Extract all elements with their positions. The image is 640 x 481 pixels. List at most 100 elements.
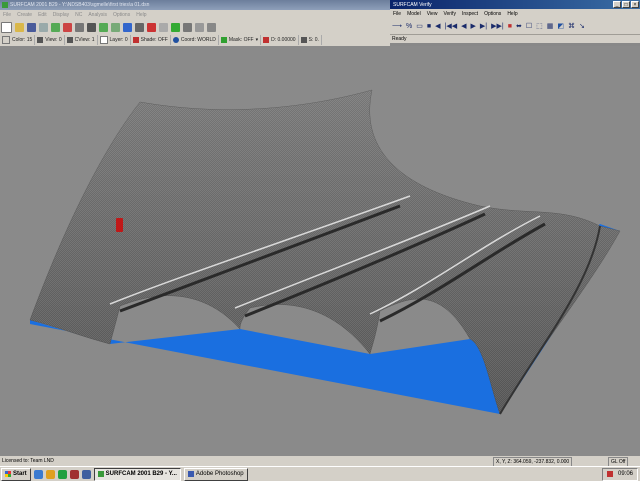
open-folder-icon[interactable] <box>15 22 24 32</box>
menu-file[interactable]: File <box>0 12 14 18</box>
license-text: Licensed to: Team LND <box>2 458 54 464</box>
close-button[interactable]: × <box>631 1 639 8</box>
verify-rewind-icon[interactable]: |◀◀ <box>443 22 460 30</box>
verify-status: Ready <box>390 34 640 43</box>
maximize-button[interactable]: □ <box>622 1 630 8</box>
photoshop-task-icon <box>187 471 194 477</box>
cview-field[interactable]: CView: 1 <box>65 35 98 45</box>
shade-field[interactable]: Shade: OFF <box>131 35 171 45</box>
cview-icon <box>66 37 73 43</box>
menu-analysis[interactable]: Analysis <box>85 12 110 18</box>
verify-window-icon[interactable]: ⬚ <box>534 22 545 30</box>
mask-icon <box>220 37 227 43</box>
verify-stop-icon[interactable]: ■ <box>425 23 433 30</box>
verify-grid-icon[interactable]: ▦ <box>545 22 556 30</box>
surfcam-toolbar <box>0 20 390 34</box>
clock: 09:06 <box>617 471 633 477</box>
verify-menu-view[interactable]: View <box>424 11 441 17</box>
quicklaunch-app-icon[interactable] <box>81 469 91 479</box>
print-icon[interactable] <box>39 22 48 32</box>
mask-dropdown-icon[interactable]: ▾ <box>256 37 259 43</box>
task-photoshop[interactable]: Adobe Photoshop <box>183 467 248 481</box>
shade-icon <box>132 37 139 43</box>
verify-window-title: SURFCAM Verify <box>393 1 432 8</box>
verify-menu-help[interactable]: Help <box>504 11 520 17</box>
rotate-icon[interactable] <box>147 22 156 32</box>
windows-flag-icon <box>5 471 11 477</box>
tray-icon[interactable] <box>606 471 613 477</box>
quicklaunch-media-icon[interactable] <box>69 469 79 479</box>
step-icon <box>300 37 307 43</box>
quicklaunch-ie-icon[interactable] <box>33 469 43 479</box>
menu-help[interactable]: Help <box>133 12 149 18</box>
minimize-button[interactable]: _ <box>613 1 621 8</box>
menu-nc[interactable]: NC <box>72 12 85 18</box>
cutter-tool-marker <box>116 218 123 232</box>
mm-toggle-icon[interactable] <box>111 22 120 32</box>
line-tool-icon[interactable] <box>51 22 60 32</box>
layer-icon <box>99 36 108 44</box>
surface-tool-icon[interactable] <box>99 22 108 32</box>
step-field[interactable]: S: 0. <box>299 35 322 45</box>
menu-options[interactable]: Options <box>110 12 133 18</box>
verify-step-back-icon[interactable]: ◀ <box>459 22 468 30</box>
verify-stock-icon[interactable]: ▭ <box>414 22 425 30</box>
arc-tool-icon[interactable] <box>75 22 84 32</box>
depth-field[interactable]: D: 0.00000 <box>261 35 299 45</box>
new-file-icon[interactable] <box>1 21 12 33</box>
verify-arrow-icon[interactable]: ⟶ <box>390 22 404 30</box>
fit-icon[interactable] <box>159 22 168 32</box>
view-icon <box>37 37 44 43</box>
pan-icon[interactable] <box>135 22 144 32</box>
quicklaunch-desktop-icon[interactable] <box>57 469 67 479</box>
spline-tool-icon[interactable] <box>87 22 96 32</box>
verify-settings-icon[interactable]: ⌘ <box>566 22 577 30</box>
menu-edit[interactable]: Edit <box>35 12 50 18</box>
verify-step-icon[interactable]: ▶| <box>478 22 489 30</box>
delete-x-icon[interactable] <box>183 22 192 32</box>
zoom-icon[interactable] <box>123 22 132 32</box>
surfcam-window-title: SURFCAM 2001 B29 - Y:\NDSB403\sgmelle\fi… <box>10 2 150 8</box>
point-tool-icon[interactable] <box>63 22 72 32</box>
verify-menu-file[interactable]: File <box>390 11 404 17</box>
surfcam-titlebar[interactable]: SURFCAM 2001 B29 - Y:\NDSB403\sgmelle\fi… <box>0 0 390 10</box>
taskbar: Start SURFCAM 2001 B29 - Y... Adobe Phot… <box>0 466 640 481</box>
depth-icon <box>263 37 270 43</box>
layer-field[interactable]: Layer: 0 <box>98 35 131 45</box>
verify-menu-options[interactable]: Options <box>481 11 504 17</box>
verify-box-icon[interactable]: ☐ <box>524 22 534 30</box>
verify-toolbar: ⟶ % ▭ ■ ◀ |◀◀ ◀ ▶ ▶| ▶▶| ■ ⬌ ☐ ⬚ ▦ ◩ ⌘ ↘ <box>390 18 640 34</box>
verify-cursor-icon[interactable]: ↘ <box>577 22 587 30</box>
verify-titlebar[interactable]: SURFCAM Verify _ □ × <box>390 0 640 9</box>
main-statusbar: Licensed to: Team LND X, Y, Z: 364.059, … <box>0 456 640 467</box>
color-swatch-icon <box>2 36 10 44</box>
color-field[interactable]: Color: 15 <box>0 35 36 45</box>
task-surfcam[interactable]: SURFCAM 2001 B29 - Y... <box>93 467 181 481</box>
viewport[interactable] <box>0 46 640 456</box>
coord-globe-icon <box>172 37 179 43</box>
verify-menu-verify[interactable]: Verify <box>440 11 459 17</box>
surfcam-menubar: File Create Edit Display NC Analysis Opt… <box>0 10 390 20</box>
system-tray: 09:06 <box>601 467 638 481</box>
start-button[interactable]: Start <box>1 467 31 481</box>
coord-field[interactable]: Coord: WORLD <box>171 35 219 45</box>
menu-create[interactable]: Create <box>14 12 35 18</box>
verify-end-icon[interactable]: ▶▶| <box>489 22 506 30</box>
verify-menu-inspect[interactable]: Inspect <box>459 11 481 17</box>
mask-field[interactable]: Mask: OFF ▾ <box>219 35 262 45</box>
verify-pause-icon[interactable]: ■ <box>506 23 514 30</box>
quicklaunch-explorer-icon[interactable] <box>45 469 55 479</box>
save-disk-icon[interactable] <box>27 22 36 32</box>
trim-icon[interactable] <box>195 22 204 32</box>
undo-icon[interactable] <box>171 22 180 32</box>
view-field[interactable]: View: 0 <box>35 35 65 45</box>
menu-display[interactable]: Display <box>50 12 72 18</box>
verify-color-icon[interactable]: ◩ <box>555 22 566 30</box>
verify-percent-icon[interactable]: % <box>404 23 414 30</box>
extend-icon[interactable] <box>207 22 216 32</box>
verify-back-icon[interactable]: ◀ <box>433 22 442 30</box>
verify-menu-model[interactable]: Model <box>404 11 424 17</box>
verify-speed-icon[interactable]: ⬌ <box>514 22 524 30</box>
verify-play-icon[interactable]: ▶ <box>469 22 478 30</box>
surfcam-task-icon <box>97 471 104 477</box>
